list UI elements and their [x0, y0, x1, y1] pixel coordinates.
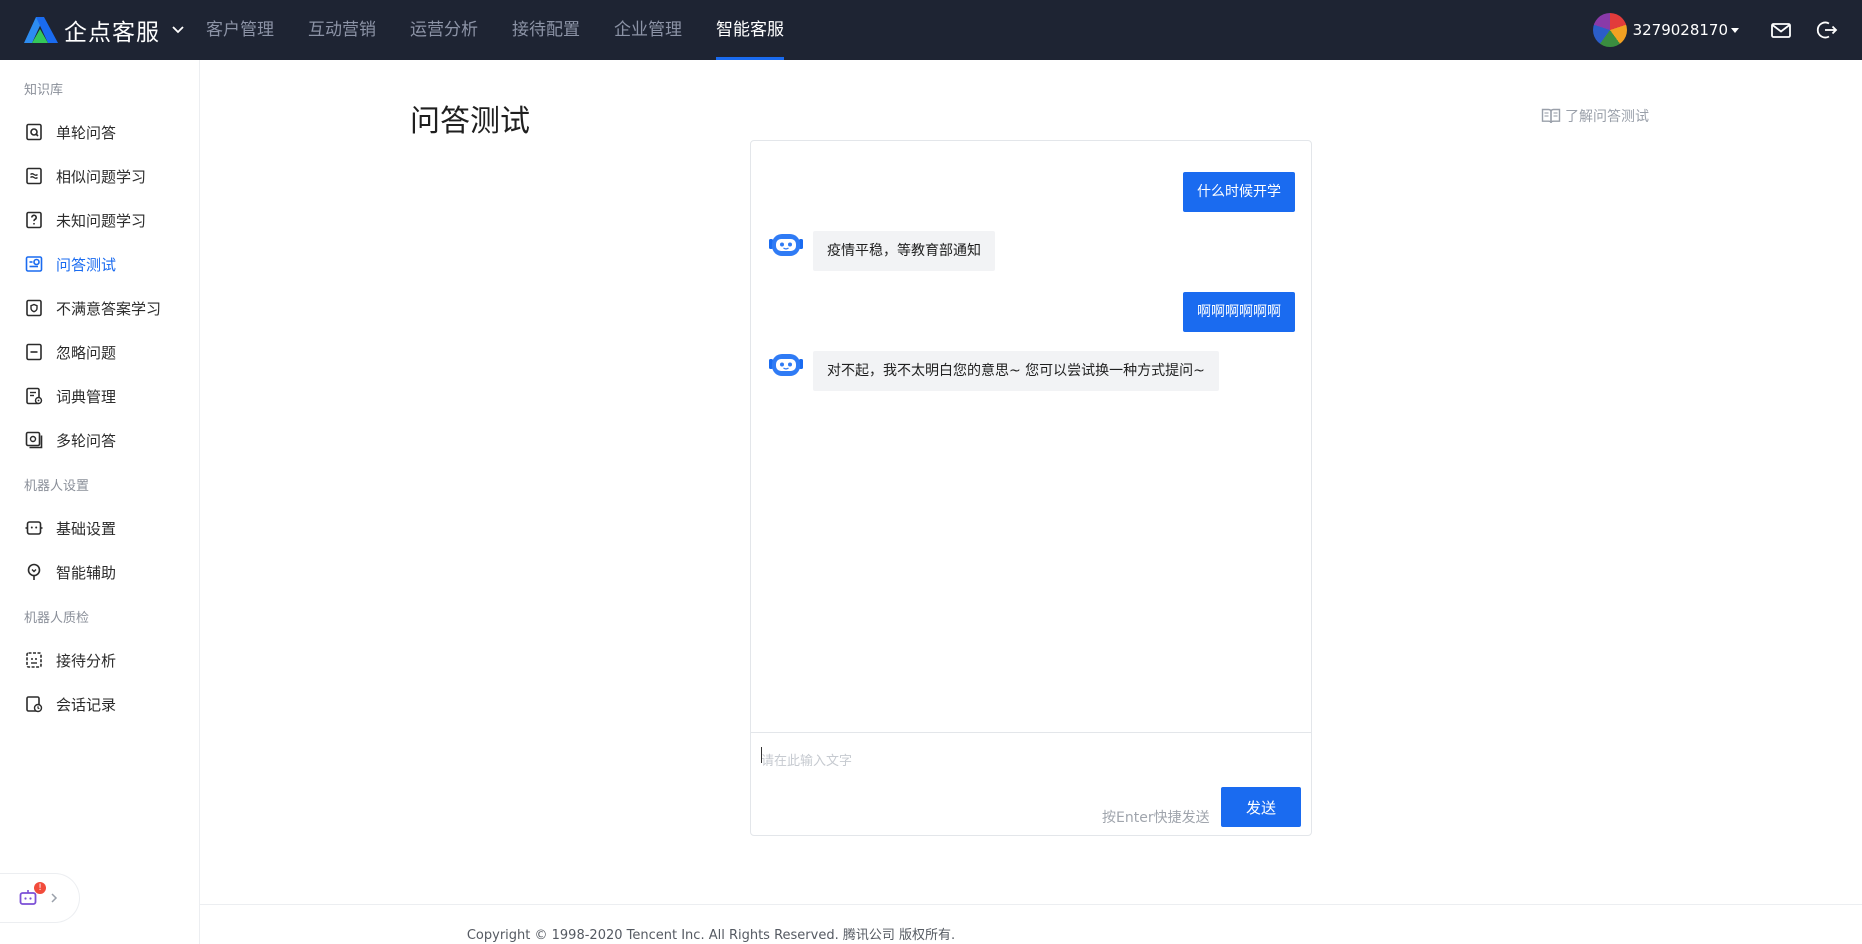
ignore-question-icon: [26, 343, 42, 361]
main-nav: 客户管理 互动营销 运营分析 接待配置 企业管理 智能客服: [206, 0, 818, 60]
top-right-tools: 3279028170: [1592, 0, 1862, 60]
brand-name: 企点客服: [64, 20, 160, 46]
sidebar-item-label: 不满意答案学习: [56, 299, 162, 318]
unknown-question-icon: [26, 211, 42, 229]
sidebar-item-single-qa[interactable]: 单轮问答: [0, 110, 199, 154]
sidebar-item-label: 问答测试: [56, 255, 117, 274]
sidebar-item-session-record[interactable]: 会话记录: [0, 682, 199, 726]
single-qa-icon: [26, 123, 42, 141]
bot-message-text: 疫情平稳，等教育部通知: [813, 231, 995, 271]
smart-assist-icon: [27, 563, 41, 580]
send-button[interactable]: 发送: [1221, 787, 1301, 827]
help-link[interactable]: 了解问答测试: [1541, 106, 1649, 126]
page-title: 问答测试: [410, 104, 530, 139]
nav-operations-analysis[interactable]: 运营分析: [410, 0, 478, 60]
sidebar-item-label: 多轮问答: [56, 431, 117, 450]
sidebar-item-similar-question[interactable]: 相似问题学习: [0, 154, 199, 198]
session-record-icon: [26, 696, 43, 713]
top-navigation-bar: 企点客服 客户管理 互动营销 运营分析 接待配置 企业管理 智能客服 32790…: [0, 0, 1862, 60]
sidebar: 知识库 单轮问答 相似问题学习 未知问题学习 问答测试 不满意答案学习 忽略问题…: [0, 60, 200, 944]
sidebar-group-robot-settings: 机器人设置: [24, 479, 90, 494]
copyright-text: Copyright © 1998-2020 Tencent Inc. All R…: [466, 928, 956, 943]
message-input[interactable]: [761, 741, 1301, 781]
nav-enterprise-management[interactable]: 企业管理: [614, 0, 682, 60]
sidebar-item-label: 会话记录: [56, 695, 117, 714]
chat-panel: 什么时候开学 疫情平稳，等教育部通知 啊啊啊啊啊啊 对不起，我不太明白您的意思~…: [750, 140, 1312, 836]
text-caret: [761, 747, 762, 763]
sidebar-item-label: 忽略问题: [56, 343, 117, 362]
sidebar-item-multi-qa[interactable]: 多轮问答: [0, 418, 199, 462]
sidebar-item-label: 智能辅助: [56, 563, 117, 582]
logout-icon[interactable]: [1816, 19, 1838, 41]
bot-message: 疫情平稳，等教育部通知: [767, 231, 995, 271]
multi-qa-icon: [25, 431, 43, 449]
sidebar-group-robot-qc: 机器人质检: [24, 611, 90, 626]
chat-history: 什么时候开学 疫情平稳，等教育部通知 啊啊啊啊啊啊 对不起，我不太明白您的意思~…: [751, 141, 1311, 733]
chevron-down-icon: [172, 26, 184, 34]
brand-switcher[interactable]: 企点客服: [22, 0, 186, 60]
sidebar-item-ignore-question[interactable]: 忽略问题: [0, 330, 199, 374]
brand-logo-icon: [24, 17, 58, 43]
notification-badge: !: [34, 882, 46, 894]
bot-message-text: 对不起，我不太明白您的意思~ 您可以尝试换一种方式提问~: [813, 351, 1219, 391]
sidebar-item-label: 单轮问答: [56, 123, 117, 142]
footer: Copyright © 1998-2020 Tencent Inc. All R…: [200, 924, 1862, 943]
avatar[interactable]: [1592, 13, 1627, 47]
sidebar-item-label: 接待分析: [56, 651, 117, 670]
robot-avatar-icon: [769, 234, 803, 256]
robot-settings-icon: [25, 521, 43, 535]
nav-customer-management[interactable]: 客户管理: [206, 0, 274, 60]
dictionary-icon: [26, 387, 43, 405]
sidebar-item-reception-analysis[interactable]: 接待分析: [0, 638, 199, 682]
nav-smart-service[interactable]: 智能客服: [716, 0, 784, 60]
sidebar-item-unsatisfied-answer[interactable]: 不满意答案学习: [0, 286, 199, 330]
footer-divider: [200, 904, 1862, 905]
sidebar-item-basic-settings[interactable]: 基础设置: [0, 506, 199, 550]
mail-icon[interactable]: [1770, 19, 1792, 41]
sidebar-item-label: 相似问题学习: [56, 167, 147, 186]
sidebar-item-dictionary[interactable]: 词典管理: [0, 374, 199, 418]
caret-down-icon[interactable]: [1730, 25, 1740, 35]
user-message: 什么时候开学: [1183, 172, 1295, 212]
chevron-right-icon: [51, 893, 58, 903]
assistant-launcher[interactable]: !: [0, 873, 80, 923]
robot-avatar-icon: [769, 354, 803, 376]
user-message: 啊啊啊啊啊啊: [1183, 292, 1295, 332]
sidebar-item-unknown-question[interactable]: 未知问题学习: [0, 198, 199, 242]
sidebar-item-smart-assist[interactable]: 智能辅助: [0, 550, 199, 594]
nav-reception-config[interactable]: 接待配置: [512, 0, 580, 60]
sidebar-item-qa-test[interactable]: 问答测试: [0, 242, 199, 286]
sidebar-group-knowledge: 知识库: [24, 83, 64, 98]
reception-analysis-icon: [26, 652, 42, 668]
sidebar-item-label: 词典管理: [56, 387, 117, 406]
unsatisfied-answer-icon: [26, 299, 42, 317]
help-link-label: 了解问答测试: [1565, 109, 1649, 125]
book-icon: [1541, 108, 1561, 124]
similar-question-icon: [26, 167, 42, 185]
nav-interactive-marketing[interactable]: 互动营销: [308, 0, 376, 60]
qa-test-icon: [25, 256, 43, 272]
sidebar-item-label: 未知问题学习: [56, 211, 147, 230]
bot-message: 对不起，我不太明白您的意思~ 您可以尝试换一种方式提问~: [767, 351, 1219, 391]
enter-hint: 按Enter快捷发送: [1102, 810, 1210, 826]
account-id[interactable]: 3279028170: [1633, 21, 1728, 39]
sidebar-item-label: 基础设置: [56, 519, 117, 538]
